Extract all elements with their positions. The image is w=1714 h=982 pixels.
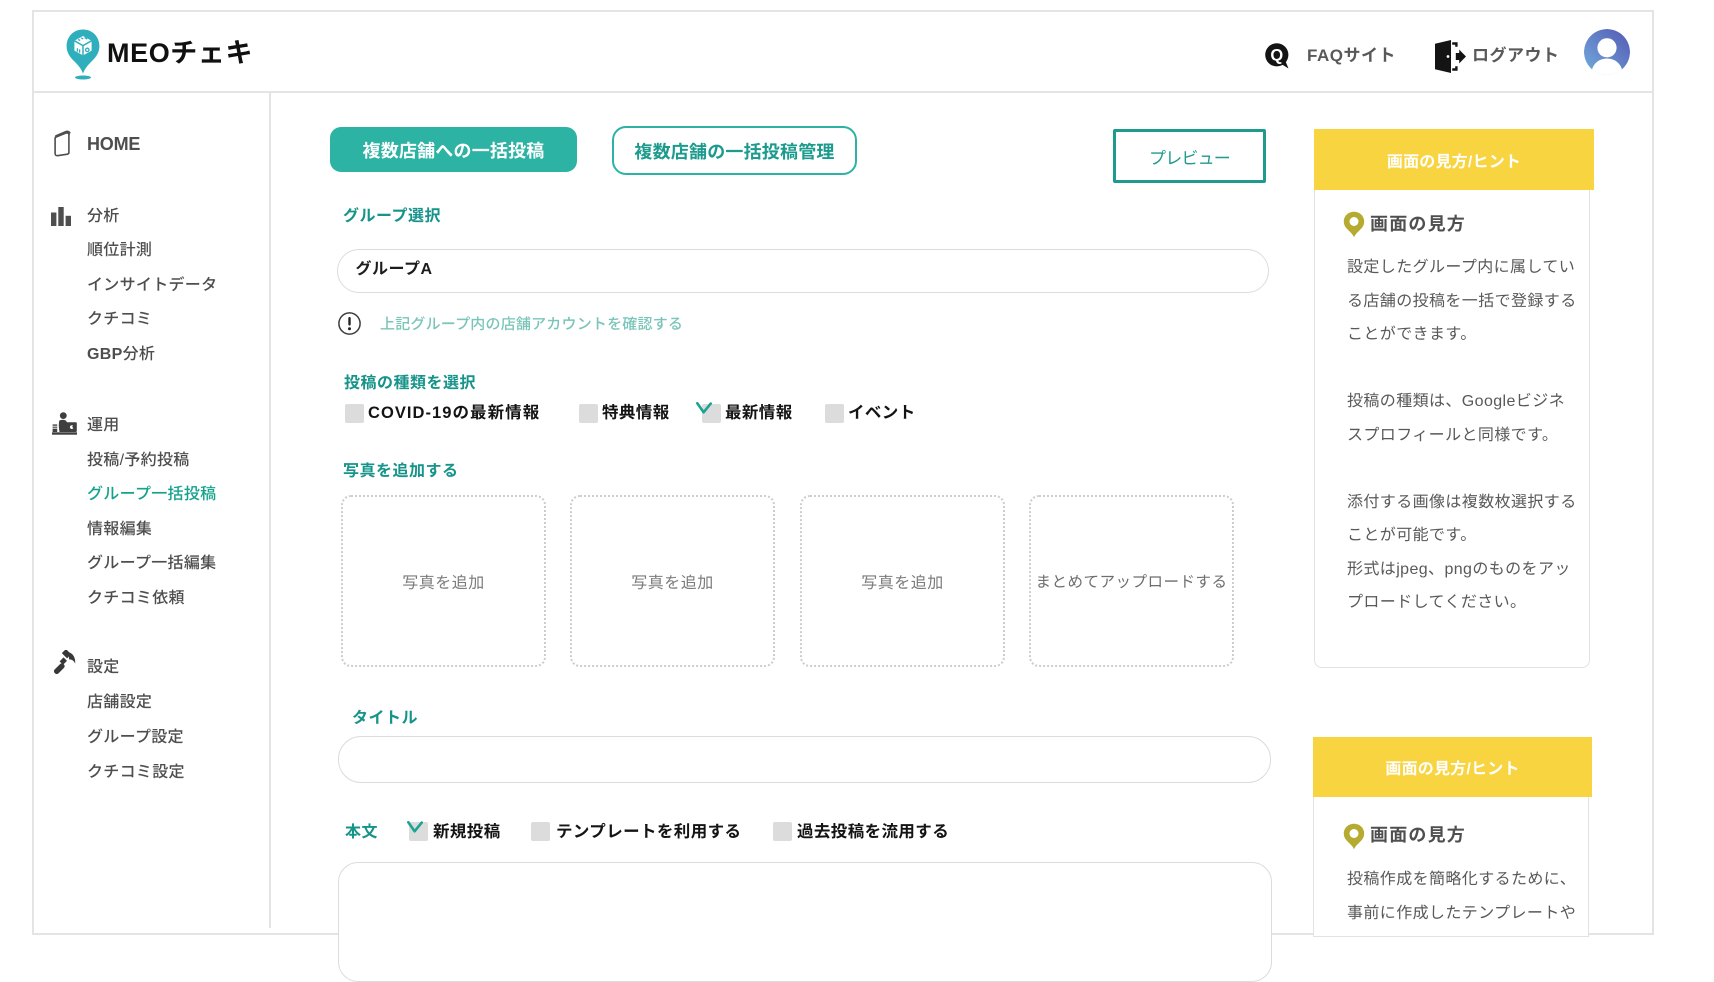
- svg-text:Q: Q: [1270, 47, 1283, 65]
